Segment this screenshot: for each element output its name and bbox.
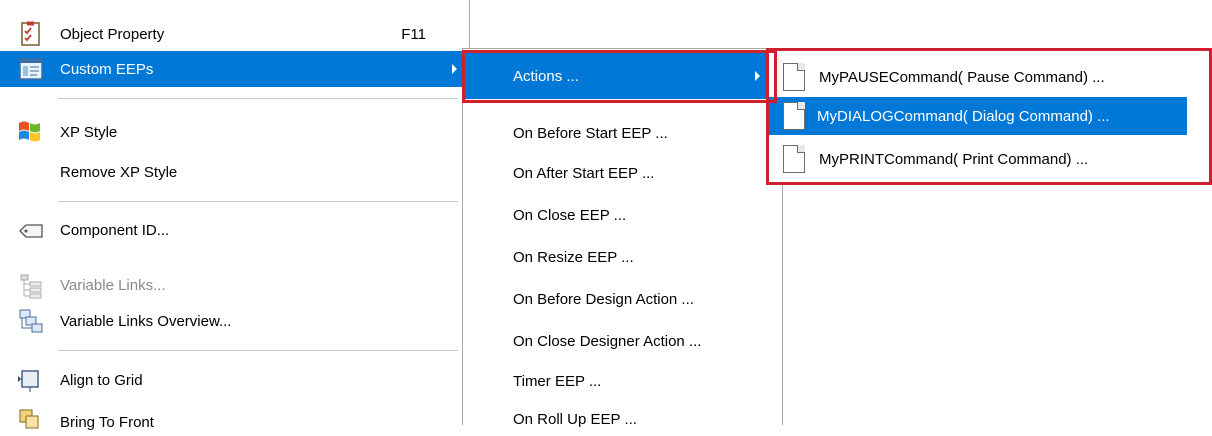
menu-item-label: On Close Designer Action ... — [513, 332, 702, 350]
document-icon — [783, 63, 805, 91]
menu-item-custom-eeps[interactable]: Custom EEPs — [0, 51, 468, 87]
bring-to-front-icon — [19, 409, 39, 429]
submenu-item-on-after-start-eep[interactable]: On After Start EEP ... — [465, 155, 781, 191]
menu-item-object-property[interactable]: Object Property F11 — [0, 17, 468, 51]
menu-item-label: Custom EEPs — [60, 60, 154, 78]
submenu-item-on-resize-eep[interactable]: On Resize EEP ... — [465, 239, 781, 275]
custom-eeps-icon — [19, 58, 43, 80]
menu-item-remove-xp-style[interactable]: Remove XP Style — [0, 154, 468, 190]
menu-separator — [58, 350, 458, 351]
variable-links-overview-icon — [19, 309, 43, 333]
menu-item-component-id[interactable]: Component ID... — [0, 212, 468, 248]
menu-separator — [58, 98, 458, 99]
menu-item-align-to-grid[interactable]: Align to Grid — [0, 362, 468, 398]
document-icon — [783, 145, 805, 173]
menu-item-label: On Before Design Action ... — [513, 290, 694, 308]
menu-item-label: MyPAUSECommand( Pause Command) ... — [819, 68, 1105, 86]
menu-item-label: Variable Links... — [60, 276, 166, 294]
menu-item-label: Align to Grid — [60, 371, 143, 389]
custom-eeps-submenu: Actions ... On Before Start EEP ... On A… — [462, 48, 783, 428]
menu-separator — [58, 201, 458, 202]
shortcut-label: F11 — [401, 25, 426, 43]
menu-item-label: Variable Links Overview... — [60, 312, 232, 330]
menu-item-xp-style[interactable]: XP Style — [0, 114, 468, 150]
menu-item-label: On After Start EEP ... — [513, 164, 655, 182]
submenu-item-mypausecommand[interactable]: MyPAUSECommand( Pause Command) ... — [769, 59, 1209, 95]
tag-icon — [19, 224, 43, 238]
submenu-arrow-icon — [755, 71, 760, 81]
object-property-icon — [21, 21, 40, 46]
submenu-item-on-before-design-action[interactable]: On Before Design Action ... — [465, 281, 781, 317]
menu-item-label: Actions ... — [513, 67, 579, 85]
submenu-item-mydialogcommand[interactable]: MyDIALOGCommand( Dialog Command) ... — [769, 97, 1187, 135]
windows-xp-logo-icon — [19, 121, 40, 142]
submenu-item-actions[interactable]: Actions ... — [465, 53, 769, 99]
submenu-item-on-before-start-eep[interactable]: On Before Start EEP ... — [465, 115, 781, 151]
document-icon — [783, 102, 805, 130]
menu-item-label: XP Style — [60, 123, 118, 141]
menu-item-label: Bring To Front — [60, 414, 154, 431]
submenu-item-on-roll-up-eep[interactable]: On Roll Up EEP ... — [465, 405, 781, 435]
menu-item-variable-links[interactable]: Variable Links... — [0, 267, 468, 303]
menu-item-label: On Before Start EEP ... — [513, 124, 668, 142]
menu-item-variable-links-overview[interactable]: Variable Links Overview... — [0, 303, 468, 339]
menu-item-label: Timer EEP ... — [513, 372, 602, 390]
submenu-item-myprintcommand[interactable]: MyPRINTCommand( Print Command) ... — [769, 141, 1209, 177]
menu-item-label: On Resize EEP ... — [513, 248, 634, 266]
menu-item-label: Remove XP Style — [60, 163, 178, 181]
submenu-item-on-close-designer-action[interactable]: On Close Designer Action ... — [465, 323, 781, 359]
menu-item-label: On Close EEP ... — [513, 206, 627, 224]
submenu-item-timer-eep[interactable]: Timer EEP ... — [465, 363, 781, 399]
actions-submenu: MyPAUSECommand( Pause Command) ... MyDIA… — [766, 48, 1211, 184]
menu-item-bring-to-front[interactable]: Bring To Front — [0, 406, 468, 436]
context-menu: Object Property F11 Custom EEPs XP Style… — [0, 0, 470, 431]
menu-item-label: On Roll Up EEP ... — [513, 411, 637, 428]
variable-links-icon — [20, 274, 42, 299]
menu-item-label: Component ID... — [60, 221, 170, 239]
menu-item-label: Object Property — [60, 25, 165, 43]
align-to-grid-icon — [18, 370, 39, 392]
menu-item-label: MyPRINTCommand( Print Command) ... — [819, 150, 1089, 168]
submenu-arrow-icon — [452, 64, 457, 74]
menu-item-label: MyDIALOGCommand( Dialog Command) ... — [817, 107, 1110, 125]
submenu-item-on-close-eep[interactable]: On Close EEP ... — [465, 197, 781, 233]
